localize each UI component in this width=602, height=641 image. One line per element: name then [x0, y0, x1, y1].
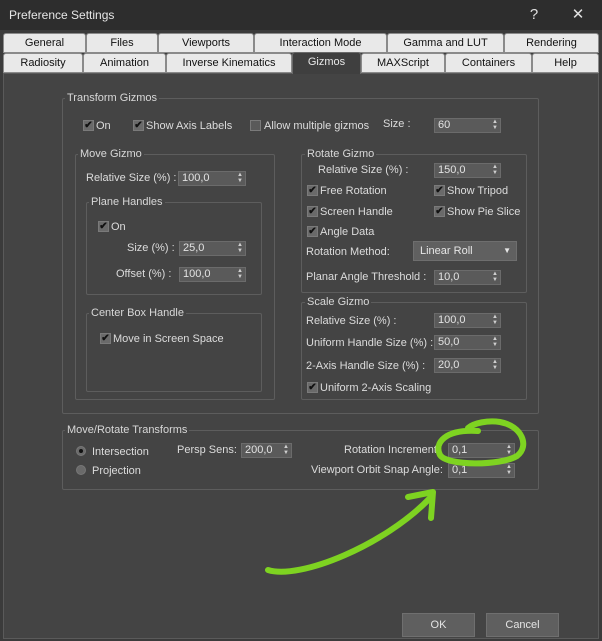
annotation-overlay: [265, 418, 527, 575]
pointer-arrow-annotation: [265, 495, 433, 575]
highlight-circle-annotation: [435, 418, 527, 467]
